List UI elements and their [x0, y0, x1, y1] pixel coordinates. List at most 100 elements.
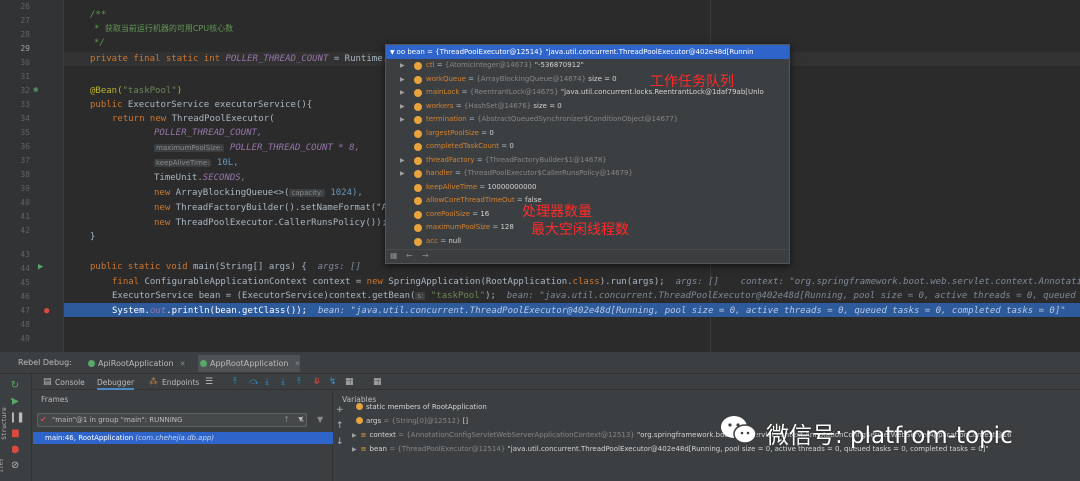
- field-icon: [414, 197, 422, 205]
- popup-field-row[interactable]: keepAliveTime = 10000000000: [386, 181, 789, 195]
- new-watch-icon[interactable]: +: [336, 405, 344, 415]
- static-icon: [356, 403, 363, 410]
- code-line: private final static int POLLER_THREAD_C…: [90, 54, 389, 64]
- up-arrow-icon[interactable]: ↑: [336, 421, 344, 431]
- restore-layout-icon[interactable]: ▦: [373, 377, 382, 387]
- expand-arrow-icon[interactable]: ▶: [400, 59, 405, 73]
- frame-row[interactable]: main:46, RootApplication (com.chehejia.d…: [33, 432, 333, 444]
- line-number: 48: [20, 320, 30, 329]
- session-tab-api[interactable]: ApiRootApplication ✕: [86, 355, 185, 372]
- popup-field-row[interactable]: ▶ handler = {ThreadPoolExecutor$CallerRun…: [386, 167, 789, 181]
- field-value: 0: [509, 142, 514, 150]
- popup-field-row[interactable]: completedTaskCount = 0: [386, 140, 789, 154]
- expand-arrow-icon[interactable]: ▶: [400, 73, 405, 87]
- step-into-icon[interactable]: ⤓: [265, 377, 269, 387]
- field-icon: [414, 237, 422, 246]
- field-ref: {ArrayBlockingQueue@14674}: [476, 74, 587, 83]
- close-icon[interactable]: ✕: [294, 360, 300, 368]
- tab-debugger[interactable]: Debugger: [97, 376, 135, 390]
- line-number: 36: [20, 142, 30, 151]
- field-icon: [414, 170, 422, 178]
- expand-arrow-icon[interactable]: ▶: [400, 154, 405, 168]
- favorites-tool-tab[interactable]: ites: [0, 458, 5, 472]
- variable-row[interactable]: args = {String[0]@12512} []: [352, 415, 468, 428]
- forward-arrow-icon[interactable]: →: [422, 251, 429, 260]
- variable-name: static members of RootApplication: [366, 403, 487, 411]
- debug-session-bar: Rebel Debug: ApiRootApplication ✕ AppRoot…: [0, 352, 1080, 374]
- step-out-icon[interactable]: ⤒: [297, 377, 301, 387]
- expand-arrow-icon[interactable]: ▶: [400, 86, 405, 100]
- show-execution-point-icon[interactable]: ⤒: [233, 377, 237, 387]
- expand-arrow-icon[interactable]: ▶: [352, 432, 357, 439]
- down-arrow-icon[interactable]: ↓: [336, 437, 344, 447]
- field-icon: [414, 62, 422, 70]
- field-name: keepAliveTime: [426, 182, 478, 191]
- field-name: workers: [426, 101, 454, 110]
- code-line: new ThreadFactoryBuilder().setNameFormat…: [154, 203, 388, 213]
- session-tab-app[interactable]: AppRootApplication ✕: [198, 355, 301, 372]
- field-name: workQueue: [426, 74, 466, 83]
- doc-comment-text: 获取当前运行机器的可用CPU核心数: [104, 24, 234, 33]
- code-line: @Bean("taskPool"): [90, 86, 183, 96]
- back-arrow-icon[interactable]: ←: [406, 251, 413, 260]
- variable-name: bean: [369, 445, 387, 453]
- popup-field-row[interactable]: ▶ threadFactory = {ThreadFactoryBuilder$1…: [386, 154, 789, 168]
- tab-console[interactable]: Console: [55, 376, 85, 390]
- line-number: 32: [20, 86, 30, 95]
- frames-panel: Frames ✔ "main"@1 in group "main": RUNNI…: [33, 391, 333, 481]
- expand-arrow-icon[interactable]: ▶: [400, 100, 405, 114]
- popup-toolbar: ▦ ← →: [386, 249, 789, 263]
- annotation-max-idle-threads: 最大空闲线程数: [531, 222, 629, 238]
- debug-label: Rebel Debug:: [18, 358, 72, 367]
- popup-field-row[interactable]: ▶ ctl = {AtomicInteger@14673} "-536870912…: [386, 59, 789, 73]
- popup-field-row[interactable]: ▶ termination = {AbstractQueuedSynchroniz…: [386, 113, 789, 127]
- rerun-icon[interactable]: ↻: [8, 380, 22, 391]
- step-over-icon[interactable]: ⤼: [249, 377, 259, 387]
- field-name: acc: [426, 236, 438, 245]
- drop-frame-icon[interactable]: ⤋: [313, 377, 321, 387]
- field-icon: [414, 156, 422, 165]
- annotation-processor-count: 处理器数量: [522, 204, 592, 220]
- tab-endpoints[interactable]: Endpoints: [162, 376, 199, 390]
- field-name: threadFactory: [426, 155, 475, 164]
- code-line: public static void main(String[] args) {…: [90, 262, 361, 272]
- field-icon: [414, 116, 422, 124]
- popup-field-row[interactable]: largestPoolSize = 0: [386, 127, 789, 141]
- force-step-into-icon[interactable]: ⤓: [281, 377, 285, 387]
- filter-icon[interactable]: ▼: [317, 415, 323, 424]
- up-arrow-icon[interactable]: ↑: [283, 415, 290, 424]
- popup-field-row[interactable]: ▶ workers = {HashSet@14676} size = 0: [386, 100, 789, 114]
- line-number: 44: [20, 264, 30, 273]
- down-arrow-icon[interactable]: ↓: [299, 415, 306, 424]
- close-icon[interactable]: ✕: [180, 360, 186, 368]
- spring-bean-icon[interactable]: ❀: [33, 85, 38, 95]
- field-name: handler: [426, 169, 453, 177]
- layout-icon[interactable]: ☰: [205, 377, 213, 387]
- field-ref: {ThreadFactoryBuilder$1@14678}: [484, 155, 607, 164]
- param-hint: s:: [415, 292, 426, 300]
- thread-selector[interactable]: ✔ "main"@1 in group "main": RUNNING ▼: [37, 413, 307, 427]
- bug-icon: [200, 360, 207, 367]
- field-icon: [414, 224, 422, 232]
- line-number: 39: [20, 184, 30, 193]
- evaluate-icon[interactable]: ▦: [345, 377, 354, 387]
- line-number: 46: [20, 292, 30, 301]
- structure-tool-tab[interactable]: Structure: [1, 407, 8, 440]
- line-number: 42: [20, 226, 30, 235]
- doc-comment: /**: [90, 10, 107, 20]
- code-editor[interactable]: 26 27 28 29 30 31 32 33 34 35 36 37 38 3…: [0, 0, 1080, 352]
- expand-arrow-icon[interactable]: ▶: [352, 446, 357, 453]
- field-value: 16: [480, 209, 490, 218]
- watches-icon[interactable]: ▦: [390, 251, 398, 260]
- code-line: maximumPoolSize: POLLER_THREAD_COUNT * 8…: [154, 143, 360, 153]
- expand-arrow-icon[interactable]: ▶: [400, 113, 405, 127]
- field-icon: [414, 129, 422, 138]
- expand-arrow-icon[interactable]: ▶: [400, 167, 405, 181]
- popup-header[interactable]: ▼ oo bean = {ThreadPoolExecutor@12514} "…: [386, 45, 789, 59]
- run-to-cursor-icon[interactable]: ↯: [329, 377, 337, 387]
- field-ref: {ReentrantLock@14675}: [469, 88, 559, 96]
- run-icon[interactable]: ▶: [38, 262, 43, 272]
- variable-name: args: [366, 417, 382, 425]
- breakpoint-icon[interactable]: ●: [44, 306, 49, 316]
- variable-row[interactable]: static members of RootApplication: [352, 401, 487, 414]
